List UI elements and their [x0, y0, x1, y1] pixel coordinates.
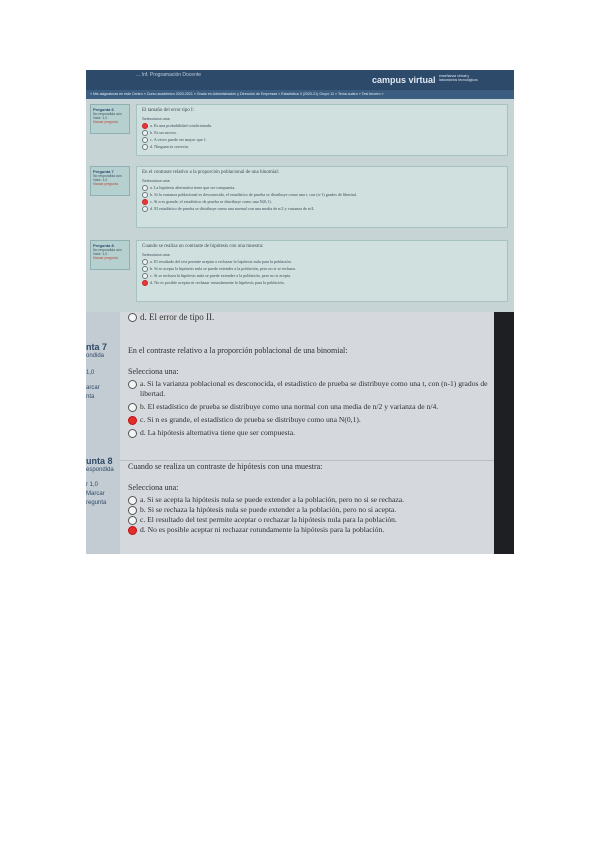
question-points: r 1,0 — [86, 482, 99, 488]
option-label: b. Si la varianza poblacional es descono… — [150, 192, 357, 198]
option-label: c. El resultado del test permite aceptar… — [140, 515, 397, 524]
radio-icon[interactable] — [128, 516, 137, 525]
option-label: c. Si se rechaza la hipótesis nula se pu… — [150, 273, 292, 279]
flag-question-label: regunta — [86, 500, 107, 506]
question-box-6: El tamaño del error tipo I: Selecciona u… — [136, 104, 508, 156]
answer-option[interactable]: d. La hipótesis alternativa tiene que se… — [128, 428, 495, 438]
question-points: 1,0 — [86, 370, 95, 376]
radio-selected-icon[interactable] — [128, 416, 137, 425]
question-text: Cuando se realiza un contraste de hipóte… — [128, 462, 323, 471]
question-text: En el contraste relativo a la proporción… — [142, 170, 280, 175]
answer-option[interactable]: a. El resultado del test permite aceptar… — [142, 258, 502, 266]
flag-question-button[interactable]: Marcar — [86, 490, 114, 499]
radio-icon[interactable] — [142, 144, 148, 151]
flag-question-button[interactable]: Marcar pregunta — [93, 182, 127, 186]
option-label: c. Si n es grande, el estadístico de pru… — [140, 415, 361, 424]
answer-option[interactable]: d. Ninguna es correcta. — [142, 143, 502, 151]
radio-icon[interactable] — [142, 206, 148, 213]
option-label: d. No es posible aceptar ni rechazar rot… — [150, 280, 285, 286]
select-label: Selecciona una: — [142, 116, 171, 121]
option-label: b. Es un suceso. — [150, 130, 177, 136]
radio-icon[interactable] — [128, 506, 137, 515]
question-box-8: Cuando se realiza un contraste de hipóte… — [136, 240, 508, 302]
question-info-6: Pregunta 6 No respondida aún Valor: 1,0 … — [90, 104, 130, 134]
question-info-7: Pregunta 7 No respondida aún Valor: 1,0 … — [90, 166, 130, 196]
question-text: Cuando se realiza un contraste de hipóte… — [142, 244, 264, 249]
question-status: ondida — [86, 353, 105, 359]
option-label: d. El error de tipo II. — [140, 312, 215, 322]
header-title: ... Inf. Programación Docente — [136, 72, 202, 78]
flag-question-label: nta — [86, 394, 95, 400]
header-bar: ... Inf. Programación Docente campus vir… — [86, 70, 514, 90]
answer-option[interactable]: c. A veces puede ser mayor que 1. — [142, 136, 502, 144]
question-text: El tamaño del error tipo I: — [142, 108, 195, 113]
select-label: Selecciona una: — [142, 252, 171, 257]
radio-icon[interactable] — [128, 313, 137, 323]
radio-selected-icon[interactable] — [128, 526, 137, 535]
question-number: unta 8 — [86, 456, 113, 466]
flag-question-button[interactable]: arcar — [86, 384, 107, 393]
question-box-7: En el contraste relativo a la proporción… — [136, 166, 508, 228]
screen-photo-closeup: d. El error de tipo II. nta 7 ondida 1,0… — [86, 312, 514, 554]
answer-option[interactable]: c. El resultado del test permite aceptar… — [128, 515, 495, 525]
option-label: d. Ninguna es correcta. — [150, 144, 189, 150]
photo-shadow — [494, 312, 514, 554]
question-number: nta 7 — [86, 342, 108, 352]
answer-option[interactable]: c. Si n es grande, el estadístico de pru… — [142, 198, 502, 206]
campus-virtual-subtitle: enseñanza virtual y laboratorios tecnoló… — [439, 74, 478, 82]
breadcrumb[interactable]: » Mis asignaturas en este Centro » Curso… — [86, 90, 514, 99]
option-label: a. Si la varianza poblacional es descono… — [140, 379, 488, 398]
question-info-8: Pregunta 8 No respondida aún Valor: 1,0 … — [90, 240, 130, 270]
screen-photo-overview: ... Inf. Programación Docente campus vir… — [86, 70, 514, 312]
flag-question-button[interactable]: Marcar pregunta — [93, 120, 127, 124]
answer-option[interactable]: d. El error de tipo II. — [128, 312, 215, 323]
option-label: b. Si se acepta la hipótesis nula se pue… — [150, 266, 296, 272]
radio-icon[interactable] — [128, 496, 137, 505]
campus-virtual-logo[interactable]: campus virtual — [372, 75, 436, 85]
answer-option[interactable]: a. La hipótesis alternativa tiene que se… — [142, 184, 502, 192]
select-label: Selecciona una: — [128, 483, 179, 492]
option-label: c. A veces puede ser mayor que 1. — [150, 137, 207, 143]
option-label: b. El estadístico de prueba se distribuy… — [140, 402, 439, 411]
select-label: Selecciona una: — [142, 178, 171, 183]
answer-option[interactable]: c. Si se rechaza la hipótesis nula se pu… — [142, 272, 502, 280]
radio-icon[interactable] — [128, 403, 137, 412]
question-box-8: Cuando se realiza un contraste de hipóte… — [128, 462, 495, 535]
answer-option[interactable]: b. Si la varianza poblacional es descono… — [142, 191, 502, 199]
option-label: a. El resultado del test permite aceptar… — [150, 259, 292, 264]
answer-option[interactable]: d. El estadístico de prueba se distribuy… — [142, 205, 502, 213]
answer-option[interactable]: a. Si se acepta la hipótesis nula se pue… — [128, 495, 495, 505]
option-label: d. La hipótesis alternativa tiene que se… — [140, 428, 295, 437]
option-label: b. Si se rechaza la hipótesis nula se pu… — [140, 505, 397, 514]
radio-icon[interactable] — [128, 429, 137, 438]
question-status: espondida — [86, 467, 114, 473]
answer-option[interactable]: b. Si se acepta la hipótesis nula se pue… — [142, 265, 502, 273]
option-label: d. El estadístico de prueba se distribuy… — [150, 206, 315, 212]
answer-option[interactable]: b. Es un suceso. — [142, 129, 502, 137]
option-label: a. Si se acepta la hipótesis nula se pue… — [140, 495, 404, 504]
flag-question-button[interactable]: Marcar pregunta — [93, 256, 127, 260]
question-text: En el contraste relativo a la proporción… — [128, 346, 348, 355]
option-label: c. Si n es grande, el estadístico de pru… — [150, 199, 272, 205]
select-label: Selecciona una: — [128, 367, 179, 376]
answer-option[interactable]: a. Si la varianza poblacional es descono… — [128, 379, 495, 399]
question-info-8: unta 8 espondida r 1,0 Marcar regunta — [86, 456, 114, 508]
radio-icon[interactable] — [128, 380, 137, 389]
answer-option[interactable]: a. Es una probabilidad condicionada. — [142, 122, 502, 130]
option-label: a. La hipótesis alternativa tiene que se… — [150, 185, 236, 190]
answer-option[interactable]: c. Si n es grande, el estadístico de pru… — [128, 415, 495, 425]
answer-option[interactable]: d. No es posible aceptar ni rechazar rot… — [142, 279, 502, 287]
answer-option[interactable]: d. No es posible aceptar ni rechazar rot… — [128, 525, 495, 535]
radio-selected-icon[interactable] — [142, 280, 148, 287]
question-divider — [120, 460, 494, 461]
question-box-7: En el contraste relativo a la proporción… — [128, 346, 495, 438]
question-info-7: nta 7 ondida 1,0 arcar nta — [86, 342, 107, 402]
answer-option[interactable]: b. El estadístico de prueba se distribuy… — [128, 402, 495, 412]
option-label: d. No es posible aceptar ni rechazar rot… — [140, 525, 385, 534]
answer-option[interactable]: b. Si se rechaza la hipótesis nula se pu… — [128, 505, 495, 515]
option-label: a. Es una probabilidad condicionada. — [150, 123, 212, 128]
